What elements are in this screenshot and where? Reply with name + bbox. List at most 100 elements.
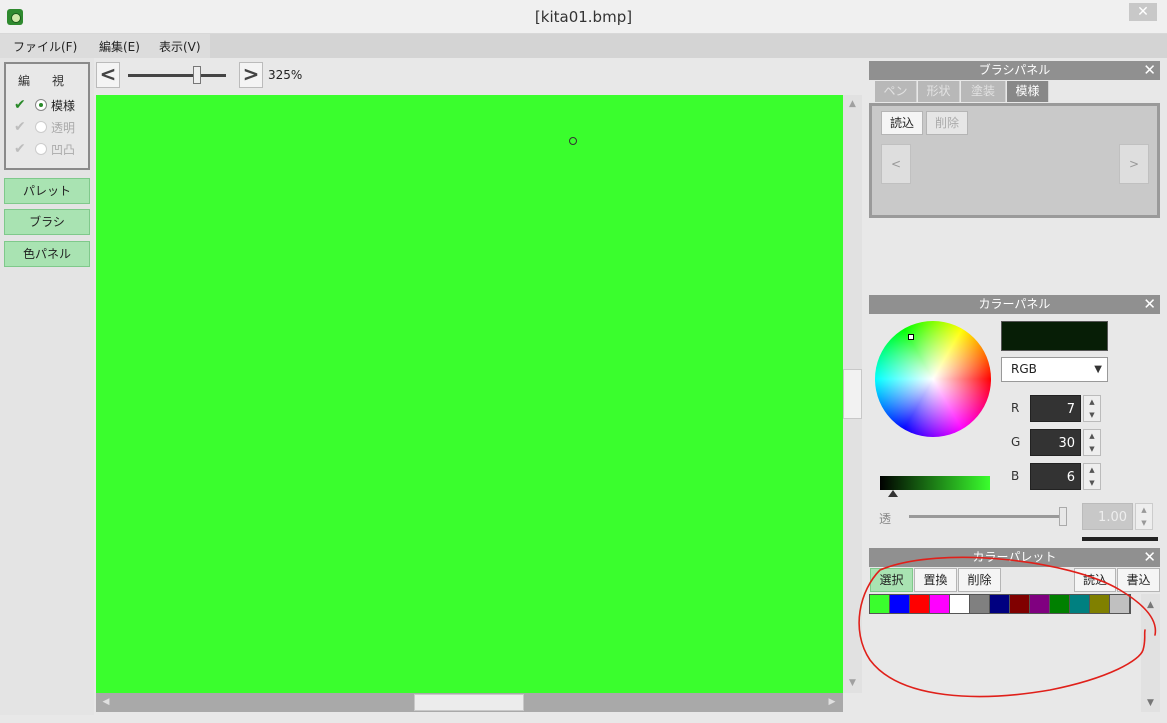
color-wheel-marker[interactable] [908, 334, 914, 340]
brush-load-button[interactable]: 読込 [881, 111, 923, 135]
channel-spinner-b[interactable]: ▲ ▼ [1083, 463, 1101, 490]
palette-color-swatch[interactable] [1030, 595, 1050, 613]
canvas-vertical-scrollbar[interactable]: ▲ ▼ [843, 95, 862, 693]
zoom-slider-track[interactable] [128, 74, 226, 77]
zoom-out-button[interactable]: < [96, 62, 120, 88]
palette-load-button[interactable]: 読込 [1074, 568, 1116, 592]
scroll-up-icon[interactable]: ▲ [1141, 598, 1160, 612]
layer-radio-bump [35, 143, 47, 155]
color-mode-value: RGB [1011, 362, 1037, 376]
palette-vertical-scrollbar[interactable]: ▲ ▼ [1141, 594, 1160, 712]
palette-replace-button[interactable]: 置換 [914, 568, 957, 592]
brush-delete-button[interactable]: 削除 [926, 111, 968, 135]
view-column-header: 視 [52, 74, 65, 88]
brush-panel-title-text: ブラシパネル [978, 63, 1051, 77]
palette-toggle-button[interactable]: パレット [4, 178, 90, 204]
zoom-slider-thumb[interactable] [192, 66, 201, 84]
brush-prev-button[interactable]: < [881, 144, 911, 184]
palette-color-swatch[interactable] [1010, 595, 1030, 613]
channel-input-g[interactable]: 30 [1030, 429, 1081, 456]
color-panel-title: カラーパネル ✕ [869, 295, 1160, 314]
canvas-vertical-scroll-thumb[interactable] [843, 369, 862, 419]
channel-input-r[interactable]: 7 [1030, 395, 1081, 422]
palette-color-swatch[interactable] [930, 595, 950, 613]
brush-panel-tabs: ペン 形状 塗装 模様 [875, 81, 1155, 103]
alpha-slider-track[interactable] [909, 515, 1067, 518]
palette-select-button[interactable]: 選択 [870, 568, 913, 592]
checkmark-icon: ✔ [14, 141, 26, 157]
palette-color-swatch[interactable] [1070, 595, 1090, 613]
color-wheel[interactable] [875, 321, 991, 437]
window-title: [kita01.bmp] [534, 8, 633, 26]
layer-row-bump: ✔ 凹凸 [14, 140, 86, 158]
scroll-up-icon[interactable]: ▲ [843, 97, 862, 111]
menu-edit[interactable]: 編集(E) [99, 38, 140, 55]
color-panel-toggle-button[interactable]: 色パネル [4, 241, 90, 267]
scroll-down-icon[interactable]: ▼ [843, 676, 862, 690]
color-palette-title: カラーパレット ✕ [869, 548, 1160, 567]
panel-divider [1082, 537, 1158, 541]
menu-file[interactable]: ファイル(F) [13, 38, 77, 55]
checkmark-icon[interactable]: ✔ [14, 97, 26, 113]
window-close-button[interactable]: ✕ [1129, 3, 1157, 21]
channel-input-b[interactable]: 6 [1030, 463, 1081, 490]
brush-panel-body: 読込 削除 < > [869, 103, 1160, 218]
spin-up-icon[interactable]: ▲ [1084, 396, 1100, 409]
tab-pen[interactable]: ペン [875, 81, 917, 102]
brightness-caret-icon[interactable] [888, 490, 898, 497]
channel-label-g: G [1011, 435, 1021, 449]
title-bar: [kita01.bmp] ✕ [0, 0, 1167, 34]
layer-radio-pattern[interactable] [35, 99, 47, 111]
zoom-in-button[interactable]: > [239, 62, 263, 88]
canvas-horizontal-scrollbar[interactable]: ◀ ▶ [96, 693, 843, 712]
alpha-slider-thumb[interactable] [1059, 507, 1067, 526]
menu-bar: ファイル(F) 編集(E) 表示(V) [0, 34, 1167, 58]
palette-color-swatch[interactable] [890, 595, 910, 613]
spin-up-icon[interactable]: ▲ [1136, 504, 1152, 517]
palette-color-swatch[interactable] [1110, 595, 1130, 613]
palette-color-swatch[interactable] [950, 595, 970, 613]
spin-up-icon[interactable]: ▲ [1084, 430, 1100, 443]
tab-paint[interactable]: 塗装 [961, 81, 1006, 102]
scroll-left-icon[interactable]: ◀ [98, 693, 114, 712]
spin-down-icon[interactable]: ▼ [1084, 443, 1100, 456]
layer-label-pattern: 模様 [51, 99, 76, 113]
tab-pattern[interactable]: 模様 [1007, 81, 1049, 102]
alpha-label: 透 [879, 512, 892, 526]
alpha-spinner[interactable]: ▲ ▼ [1135, 503, 1153, 530]
channel-spinner-r[interactable]: ▲ ▼ [1083, 395, 1101, 422]
left-tool-panel: 編 視 ✔ 模様 ✔ 透明 ✔ 凹凸 パレット ブラシ 色パネル [0, 58, 94, 715]
brush-cursor-marker [569, 137, 577, 145]
close-icon[interactable]: ✕ [1143, 548, 1156, 567]
palette-color-swatch[interactable] [970, 595, 990, 613]
brush-panel-title: ブラシパネル ✕ [869, 61, 1160, 80]
channel-spinner-g[interactable]: ▲ ▼ [1083, 429, 1101, 456]
palette-color-swatch[interactable] [1050, 595, 1070, 613]
color-mode-select[interactable]: RGB ▼ [1001, 357, 1108, 382]
close-icon[interactable]: ✕ [1143, 295, 1156, 314]
brightness-gradient-bar[interactable] [880, 476, 990, 490]
menu-view[interactable]: 表示(V) [159, 38, 201, 55]
spin-down-icon[interactable]: ▼ [1084, 409, 1100, 422]
brush-next-button[interactable]: > [1119, 144, 1149, 184]
palette-color-swatch[interactable] [1090, 595, 1110, 613]
palette-color-swatch[interactable] [990, 595, 1010, 613]
brush-toggle-button[interactable]: ブラシ [4, 209, 90, 235]
tab-shape[interactable]: 形状 [918, 81, 960, 102]
palette-delete-button[interactable]: 削除 [958, 568, 1001, 592]
spin-down-icon[interactable]: ▼ [1084, 477, 1100, 490]
checkmark-icon: ✔ [14, 119, 26, 135]
color-panel-title-text: カラーパネル [978, 297, 1051, 311]
palette-color-swatch[interactable] [910, 595, 930, 613]
layer-row-pattern: ✔ 模様 [14, 96, 86, 114]
spin-down-icon[interactable]: ▼ [1136, 517, 1152, 530]
palette-color-swatch[interactable] [870, 595, 890, 613]
palette-save-button[interactable]: 書込 [1117, 568, 1160, 592]
spin-up-icon[interactable]: ▲ [1084, 464, 1100, 477]
drawing-canvas[interactable] [96, 95, 843, 693]
alpha-input[interactable]: 1.00 [1082, 503, 1133, 530]
scroll-down-icon[interactable]: ▼ [1141, 696, 1160, 710]
scroll-right-icon[interactable]: ▶ [824, 693, 840, 712]
close-icon[interactable]: ✕ [1143, 61, 1156, 80]
canvas-horizontal-scroll-thumb[interactable] [414, 694, 524, 711]
